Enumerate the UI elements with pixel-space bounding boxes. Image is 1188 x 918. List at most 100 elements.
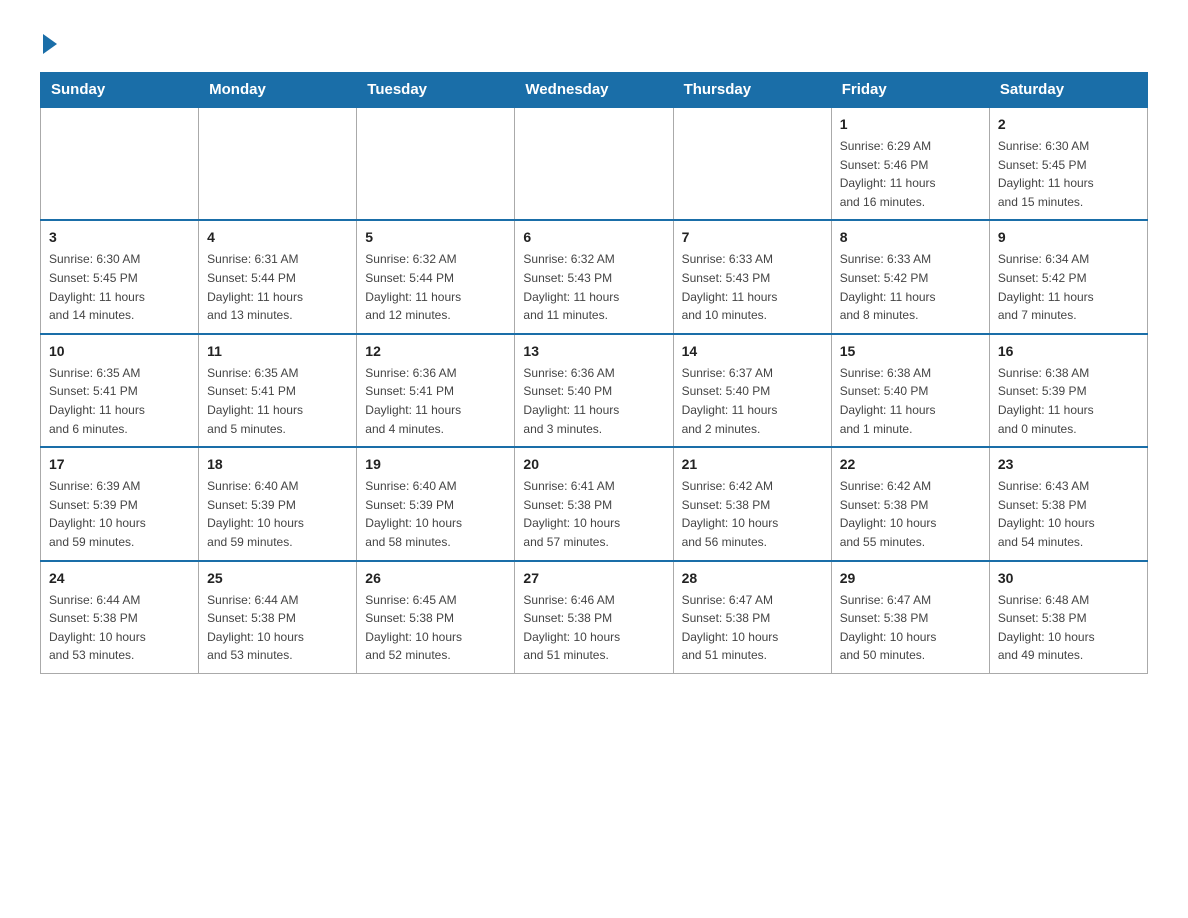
day-info: Sunrise: 6:34 AMSunset: 5:42 PMDaylight:…: [998, 250, 1139, 324]
calendar-cell: 13Sunrise: 6:36 AMSunset: 5:40 PMDayligh…: [515, 334, 673, 447]
calendar-cell: 6Sunrise: 6:32 AMSunset: 5:43 PMDaylight…: [515, 220, 673, 333]
calendar-cell: 21Sunrise: 6:42 AMSunset: 5:38 PMDayligh…: [673, 447, 831, 560]
calendar-cell: [199, 107, 357, 220]
logo: [40, 30, 57, 52]
day-info: Sunrise: 6:42 AMSunset: 5:38 PMDaylight:…: [682, 477, 823, 551]
calendar-cell: [515, 107, 673, 220]
day-number: 5: [365, 227, 506, 248]
day-info: Sunrise: 6:38 AMSunset: 5:40 PMDaylight:…: [840, 364, 981, 438]
day-info: Sunrise: 6:30 AMSunset: 5:45 PMDaylight:…: [49, 250, 190, 324]
day-number: 22: [840, 454, 981, 475]
day-info: Sunrise: 6:44 AMSunset: 5:38 PMDaylight:…: [207, 591, 348, 665]
calendar-cell: 23Sunrise: 6:43 AMSunset: 5:38 PMDayligh…: [989, 447, 1147, 560]
day-info: Sunrise: 6:46 AMSunset: 5:38 PMDaylight:…: [523, 591, 664, 665]
day-info: Sunrise: 6:36 AMSunset: 5:41 PMDaylight:…: [365, 364, 506, 438]
day-info: Sunrise: 6:36 AMSunset: 5:40 PMDaylight:…: [523, 364, 664, 438]
calendar-table: Sunday Monday Tuesday Wednesday Thursday…: [40, 72, 1148, 674]
calendar-cell: [41, 107, 199, 220]
week-row-1: 1Sunrise: 6:29 AMSunset: 5:46 PMDaylight…: [41, 107, 1148, 220]
day-number: 1: [840, 114, 981, 135]
day-number: 8: [840, 227, 981, 248]
day-number: 30: [998, 568, 1139, 589]
day-info: Sunrise: 6:37 AMSunset: 5:40 PMDaylight:…: [682, 364, 823, 438]
day-number: 6: [523, 227, 664, 248]
header-friday: Friday: [831, 73, 989, 108]
week-row-3: 10Sunrise: 6:35 AMSunset: 5:41 PMDayligh…: [41, 334, 1148, 447]
logo-triangle-icon: [43, 34, 57, 54]
calendar-cell: 11Sunrise: 6:35 AMSunset: 5:41 PMDayligh…: [199, 334, 357, 447]
header-sunday: Sunday: [41, 73, 199, 108]
day-number: 9: [998, 227, 1139, 248]
calendar-cell: 8Sunrise: 6:33 AMSunset: 5:42 PMDaylight…: [831, 220, 989, 333]
week-row-5: 24Sunrise: 6:44 AMSunset: 5:38 PMDayligh…: [41, 561, 1148, 674]
calendar-cell: 1Sunrise: 6:29 AMSunset: 5:46 PMDaylight…: [831, 107, 989, 220]
day-number: 11: [207, 341, 348, 362]
calendar-cell: 9Sunrise: 6:34 AMSunset: 5:42 PMDaylight…: [989, 220, 1147, 333]
day-info: Sunrise: 6:41 AMSunset: 5:38 PMDaylight:…: [523, 477, 664, 551]
day-number: 25: [207, 568, 348, 589]
calendar-cell: 20Sunrise: 6:41 AMSunset: 5:38 PMDayligh…: [515, 447, 673, 560]
calendar-cell: 14Sunrise: 6:37 AMSunset: 5:40 PMDayligh…: [673, 334, 831, 447]
header-thursday: Thursday: [673, 73, 831, 108]
calendar-cell: 2Sunrise: 6:30 AMSunset: 5:45 PMDaylight…: [989, 107, 1147, 220]
calendar-cell: 4Sunrise: 6:31 AMSunset: 5:44 PMDaylight…: [199, 220, 357, 333]
calendar-cell: 10Sunrise: 6:35 AMSunset: 5:41 PMDayligh…: [41, 334, 199, 447]
day-info: Sunrise: 6:32 AMSunset: 5:43 PMDaylight:…: [523, 250, 664, 324]
day-info: Sunrise: 6:30 AMSunset: 5:45 PMDaylight:…: [998, 137, 1139, 211]
header-wednesday: Wednesday: [515, 73, 673, 108]
day-number: 20: [523, 454, 664, 475]
day-number: 24: [49, 568, 190, 589]
day-info: Sunrise: 6:32 AMSunset: 5:44 PMDaylight:…: [365, 250, 506, 324]
calendar-cell: 5Sunrise: 6:32 AMSunset: 5:44 PMDaylight…: [357, 220, 515, 333]
calendar-cell: [673, 107, 831, 220]
day-info: Sunrise: 6:33 AMSunset: 5:42 PMDaylight:…: [840, 250, 981, 324]
day-info: Sunrise: 6:40 AMSunset: 5:39 PMDaylight:…: [207, 477, 348, 551]
day-number: 28: [682, 568, 823, 589]
day-number: 16: [998, 341, 1139, 362]
day-number: 3: [49, 227, 190, 248]
day-number: 26: [365, 568, 506, 589]
calendar-cell: 25Sunrise: 6:44 AMSunset: 5:38 PMDayligh…: [199, 561, 357, 674]
day-info: Sunrise: 6:29 AMSunset: 5:46 PMDaylight:…: [840, 137, 981, 211]
day-number: 4: [207, 227, 348, 248]
calendar-cell: 7Sunrise: 6:33 AMSunset: 5:43 PMDaylight…: [673, 220, 831, 333]
day-info: Sunrise: 6:47 AMSunset: 5:38 PMDaylight:…: [840, 591, 981, 665]
day-info: Sunrise: 6:47 AMSunset: 5:38 PMDaylight:…: [682, 591, 823, 665]
calendar-cell: 12Sunrise: 6:36 AMSunset: 5:41 PMDayligh…: [357, 334, 515, 447]
header-monday: Monday: [199, 73, 357, 108]
day-info: Sunrise: 6:33 AMSunset: 5:43 PMDaylight:…: [682, 250, 823, 324]
day-number: 2: [998, 114, 1139, 135]
day-number: 29: [840, 568, 981, 589]
page-header: [40, 30, 1148, 52]
day-number: 27: [523, 568, 664, 589]
header-saturday: Saturday: [989, 73, 1147, 108]
day-number: 21: [682, 454, 823, 475]
day-info: Sunrise: 6:38 AMSunset: 5:39 PMDaylight:…: [998, 364, 1139, 438]
week-row-4: 17Sunrise: 6:39 AMSunset: 5:39 PMDayligh…: [41, 447, 1148, 560]
day-number: 17: [49, 454, 190, 475]
week-row-2: 3Sunrise: 6:30 AMSunset: 5:45 PMDaylight…: [41, 220, 1148, 333]
calendar-cell: 15Sunrise: 6:38 AMSunset: 5:40 PMDayligh…: [831, 334, 989, 447]
day-number: 19: [365, 454, 506, 475]
day-number: 15: [840, 341, 981, 362]
day-number: 18: [207, 454, 348, 475]
day-info: Sunrise: 6:31 AMSunset: 5:44 PMDaylight:…: [207, 250, 348, 324]
day-number: 10: [49, 341, 190, 362]
day-number: 12: [365, 341, 506, 362]
day-info: Sunrise: 6:48 AMSunset: 5:38 PMDaylight:…: [998, 591, 1139, 665]
day-info: Sunrise: 6:44 AMSunset: 5:38 PMDaylight:…: [49, 591, 190, 665]
day-info: Sunrise: 6:35 AMSunset: 5:41 PMDaylight:…: [49, 364, 190, 438]
day-info: Sunrise: 6:39 AMSunset: 5:39 PMDaylight:…: [49, 477, 190, 551]
day-info: Sunrise: 6:42 AMSunset: 5:38 PMDaylight:…: [840, 477, 981, 551]
calendar-cell: 22Sunrise: 6:42 AMSunset: 5:38 PMDayligh…: [831, 447, 989, 560]
header-tuesday: Tuesday: [357, 73, 515, 108]
calendar-cell: 3Sunrise: 6:30 AMSunset: 5:45 PMDaylight…: [41, 220, 199, 333]
day-info: Sunrise: 6:40 AMSunset: 5:39 PMDaylight:…: [365, 477, 506, 551]
calendar-cell: 27Sunrise: 6:46 AMSunset: 5:38 PMDayligh…: [515, 561, 673, 674]
calendar-cell: 29Sunrise: 6:47 AMSunset: 5:38 PMDayligh…: [831, 561, 989, 674]
day-info: Sunrise: 6:35 AMSunset: 5:41 PMDaylight:…: [207, 364, 348, 438]
calendar-cell: 17Sunrise: 6:39 AMSunset: 5:39 PMDayligh…: [41, 447, 199, 560]
calendar-cell: 18Sunrise: 6:40 AMSunset: 5:39 PMDayligh…: [199, 447, 357, 560]
day-number: 14: [682, 341, 823, 362]
calendar-cell: [357, 107, 515, 220]
